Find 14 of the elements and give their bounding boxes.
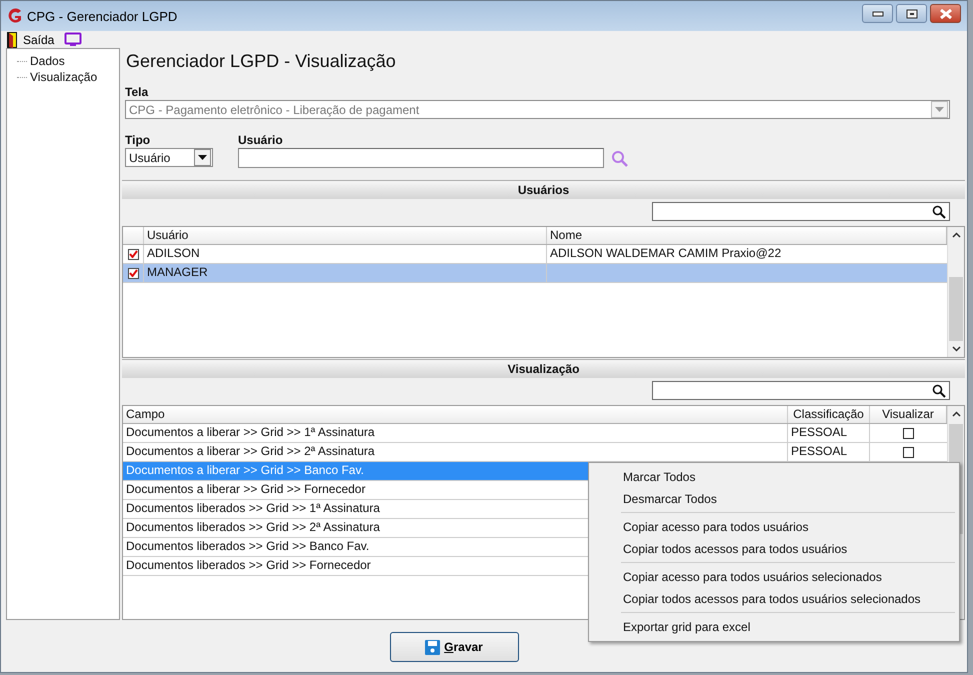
- section-header: Visualização: [122, 359, 965, 378]
- table-cell: PESSOAL: [791, 425, 848, 439]
- table-cell: ADILSON: [144, 245, 547, 263]
- section-header: Usuários: [122, 180, 965, 199]
- table-cell: MANAGER: [144, 264, 547, 282]
- field-label: Tela: [124, 84, 150, 100]
- page-heading: Gerenciador LGPD - Visualização: [125, 50, 397, 73]
- field-label: Usuário: [237, 132, 284, 148]
- table-cell: ADILSON WALDEMAR CAMIM Praxio@22: [550, 246, 782, 260]
- table-cell: Documentos a liberar >> Grid >> 1ª Assinatura: [123, 424, 788, 442]
- field-label: Tipo: [124, 132, 152, 148]
- table-cell: Documentos a liberar >> Grid >> 2ª Assinatura: [123, 443, 788, 461]
- table-cell: PESSOAL: [791, 444, 848, 458]
- window-title: CPG - Gerenciador LGPD: [27, 8, 178, 24]
